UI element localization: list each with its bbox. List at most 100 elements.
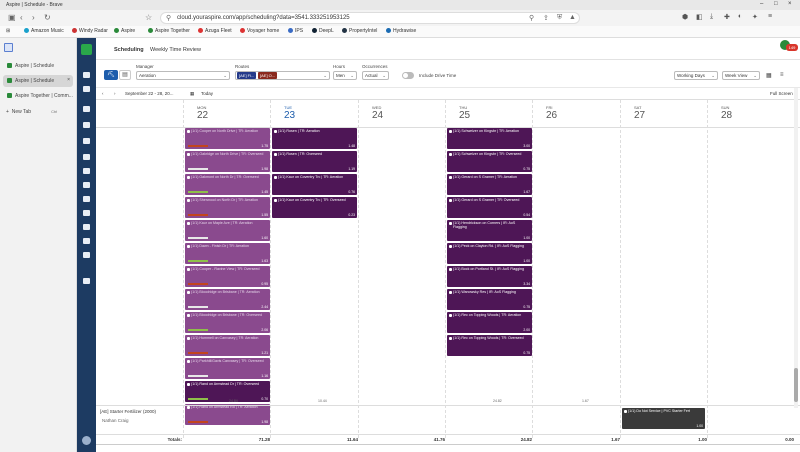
trophy-nav-icon[interactable] (83, 168, 90, 174)
opportunities-nav-icon[interactable] (83, 122, 90, 128)
event-checkbox[interactable] (449, 245, 452, 248)
puzzle-icon[interactable]: ✚ (724, 13, 730, 21)
working-days-select[interactable]: Working Days ⌄ (674, 71, 718, 80)
user-avatar[interactable] (82, 436, 91, 445)
properties-nav-icon[interactable] (83, 106, 90, 112)
date-range[interactable]: September 22 - 28, 20... (125, 91, 174, 96)
new-tab-button[interactable]: + New Tab Ctrl (6, 109, 57, 115)
profile-icon[interactable]: ◐ (738, 13, 742, 20)
event-card[interactable]: (1/1) Rec on Topping Woods | TR: Oversee… (447, 335, 532, 356)
event-checkbox[interactable] (274, 153, 277, 156)
side-tab-aspire-together[interactable]: Aspire Together | Comm... (3, 90, 73, 102)
side-tab-schedule-1[interactable]: Aspire | Schedule (3, 60, 73, 72)
event-card[interactable]: (1/1) Cooper - Ravine View | TR: Oversee… (185, 266, 270, 287)
event-card[interactable]: (1/1) Kaur on Maple Ave | TR: Aeration 1.… (185, 220, 270, 241)
truck-nav-icon[interactable] (83, 252, 90, 258)
event-card[interactable]: (1/1) Bock on Portland St. | IR: AoS Fla… (447, 266, 532, 287)
bookmark-aspire[interactable]: Aspire (114, 28, 135, 34)
event-checkbox[interactable] (449, 314, 452, 317)
event-card[interactable]: (1/1) Cooper on North Drive | TR: Aerati… (185, 128, 270, 149)
bookmark-hydrawise[interactable]: Hydrawise (386, 28, 416, 34)
tab-panel-icon[interactable] (4, 43, 13, 52)
settings-nav-icon[interactable] (83, 238, 90, 244)
invoices-nav-icon[interactable] (83, 196, 90, 202)
print-icon[interactable]: ▦ (766, 72, 772, 79)
manager-select[interactable]: Aeration ⌄ (136, 71, 230, 80)
event-checkbox[interactable] (187, 153, 190, 156)
event-card[interactable]: (1/1) Rosen | TR: Overseed 1.19 (272, 151, 357, 172)
leo-icon[interactable]: ✦ (752, 13, 758, 21)
event-card[interactable]: (1/1) Oakridge on North Drive | TR: Over… (185, 151, 270, 172)
event-checkbox[interactable] (624, 410, 627, 413)
event-card[interactable]: (1/1) Rand on Armstead Dr | TR: Overseed… (185, 381, 270, 402)
event-checkbox[interactable] (187, 314, 190, 317)
search-icon[interactable]: ⚲ (529, 14, 534, 22)
brave-shield-icon[interactable]: ⛨ (557, 14, 562, 22)
forward-icon[interactable]: › (32, 13, 35, 22)
event-checkbox[interactable] (449, 199, 452, 202)
event-card[interactable]: (1/1) Parkhill/Gavis Canvasey | TR: Over… (185, 358, 270, 379)
event-checkbox[interactable] (449, 222, 452, 225)
url-field[interactable]: ⚲ cloud.youraspire.com/app/scheduling?da… (160, 12, 580, 24)
menu-icon[interactable]: ≡ (768, 13, 772, 20)
event-checkbox[interactable] (187, 383, 190, 386)
calendar-view-button[interactable]: ⛏ (104, 70, 118, 80)
schedule-nav-icon[interactable] (83, 182, 90, 188)
include-drive-time-toggle[interactable] (402, 72, 414, 79)
event-checkbox[interactable] (449, 268, 452, 271)
back-icon[interactable]: ‹ (20, 13, 23, 22)
sidebar-toggle-icon[interactable]: ▣ (8, 13, 16, 22)
event-checkbox[interactable] (449, 130, 452, 133)
search-nav-icon[interactable] (83, 86, 90, 92)
event-checkbox[interactable] (274, 176, 277, 179)
week-view-select[interactable]: Week View ⌄ (722, 71, 760, 80)
hours-select[interactable]: Men ⌄ (333, 71, 357, 80)
today-button[interactable]: Today (201, 91, 213, 96)
bookmark-icon[interactable]: ☆ (145, 13, 152, 22)
wallet-icon[interactable]: ◧ (696, 13, 703, 21)
event-checkbox[interactable] (449, 291, 452, 294)
next-week-icon[interactable]: › (114, 91, 116, 96)
close-icon[interactable]: × (788, 1, 792, 7)
brave-rewards-icon[interactable]: ▲ (569, 14, 576, 21)
event-card[interactable]: (1/1) Bloodridge on Brisbane | TR: Aerat… (185, 289, 270, 310)
help-nav-icon[interactable] (83, 278, 90, 284)
bookmark-windy-radar[interactable]: Windy Radar (72, 28, 108, 34)
bookmark-amazon-music[interactable]: Amazon Music (24, 28, 64, 34)
event-card[interactable]: (1/1) Dawn - Finish Dr | TR: Aeration 1.6… (185, 243, 270, 264)
event-checkbox[interactable] (187, 337, 190, 340)
list-view-button[interactable]: ▤ (119, 70, 131, 80)
full-screen-button[interactable]: Full Screen (770, 91, 793, 96)
event-card[interactable]: (1/1) Sherwood on North Dr | TR: Aeratio… (185, 197, 270, 218)
side-tab-schedule-2[interactable]: Aspire | Schedule × (3, 75, 73, 87)
event-checkbox[interactable] (274, 130, 277, 133)
event-card[interactable]: (1/1) Gerard on S Gramer | TR: Aeration 1… (447, 174, 532, 195)
bookmark-ips[interactable]: IPS (288, 28, 303, 34)
contracts-nav-icon[interactable] (83, 138, 90, 144)
event-card[interactable]: (1/1) Oakmont on North Dr | TR: Overseed… (185, 174, 270, 195)
tab-weekly-time-review[interactable]: Weekly Time Review (150, 47, 201, 53)
bookmark-propertyintel[interactable]: PropertyIntel (342, 28, 377, 34)
event-checkbox[interactable] (187, 176, 190, 179)
bookmark-aspire-together[interactable]: Aspire Together (148, 28, 190, 34)
event-card[interactable]: (1/1) Hendrickson on Corners | IR: AoS F… (447, 220, 532, 241)
vertical-scrollbar[interactable] (794, 88, 798, 408)
event-card[interactable]: (1/1) Wanowsky Res | IR: AoS Flagging 0.7… (447, 289, 532, 310)
prev-week-icon[interactable]: ‹ (102, 91, 104, 96)
chat-nav-icon[interactable] (83, 210, 90, 216)
event-checkbox[interactable] (187, 291, 190, 294)
event-card[interactable]: (1/1) Rec on Topping Woods | TR: Aeratio… (447, 312, 532, 333)
event-checkbox[interactable] (187, 245, 190, 248)
route-chip-1[interactable]: [AE] Fl... (237, 72, 257, 79)
event-checkbox[interactable] (187, 222, 190, 225)
tab-scheduling[interactable]: Scheduling (114, 47, 144, 53)
share-icon[interactable]: ⇪ (543, 14, 549, 22)
event-checkbox[interactable] (187, 130, 190, 133)
event-checkbox[interactable] (449, 337, 452, 340)
event-checkbox[interactable] (187, 268, 190, 271)
downloads-icon[interactable]: ⤓ (710, 13, 713, 21)
close-tab-icon[interactable]: × (67, 77, 70, 83)
add-icon[interactable] (83, 72, 90, 78)
event-card[interactable]: (1/1) Kaur on Coventry Trc | TR: Aeratio… (272, 174, 357, 195)
apps-icon[interactable]: ⊞ (6, 28, 10, 34)
